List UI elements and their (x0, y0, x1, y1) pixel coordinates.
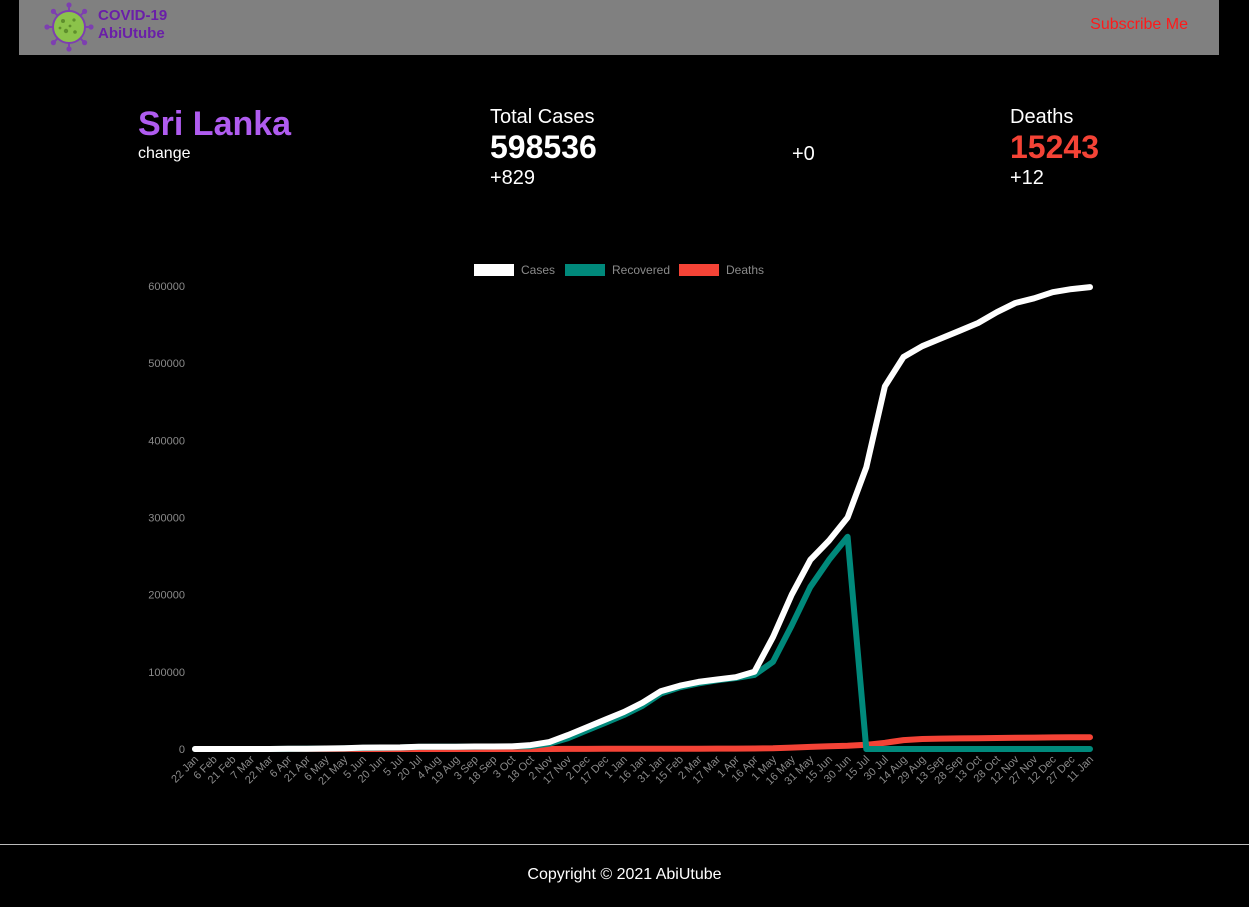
covid-line-chart: 010000020000030000040000050000060000022 … (148, 263, 1096, 788)
y-tick-label: 200000 (148, 590, 185, 602)
y-tick-label: 600000 (148, 281, 185, 293)
y-tick-label: 100000 (148, 667, 185, 679)
legend-swatch-cases (474, 264, 514, 276)
series-line-recovered (192, 533, 1093, 752)
legend-label-cases: Cases (521, 263, 555, 277)
copyright-text: Copyright © 2021 AbiUtube (527, 866, 722, 883)
y-tick-label: 300000 (148, 513, 185, 525)
legend-label-deaths: Deaths (726, 263, 764, 277)
y-tick-label: 500000 (148, 358, 185, 370)
legend-swatch-recovered (565, 264, 605, 276)
y-tick-label: 0 (179, 744, 185, 756)
footer-divider (0, 844, 1249, 845)
y-tick-label: 400000 (148, 435, 185, 447)
series-line-cases (192, 284, 1093, 752)
legend-swatch-deaths (679, 264, 719, 276)
legend-label-recovered: Recovered (612, 263, 670, 277)
